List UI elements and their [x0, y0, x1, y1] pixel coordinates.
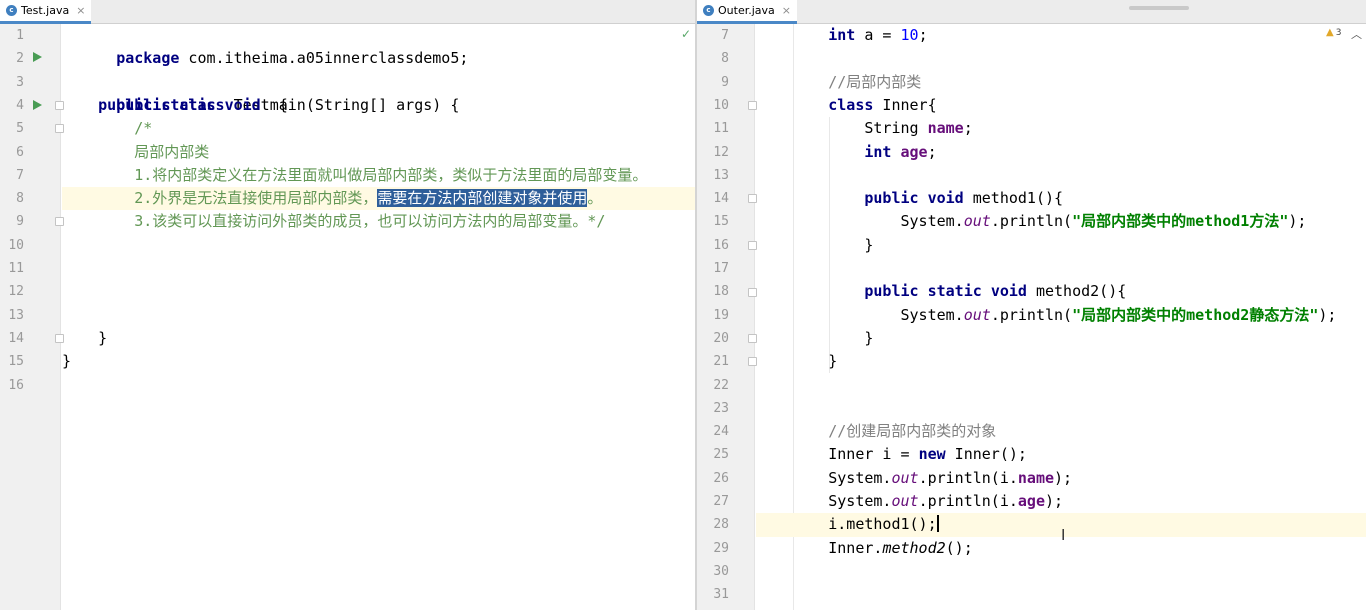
code-line-27: System.out.println(i.age);: [828, 492, 1064, 510]
line-number: 15: [713, 214, 729, 230]
line-number: 8: [16, 191, 24, 207]
code-line-8: 2.外界是无法直接使用局部内部类，需要在方法内部创建对象并使用。: [62, 187, 695, 211]
line-number: 7: [721, 28, 729, 43]
code-line-1: package com.itheima.a05innerclassdemo5;: [116, 49, 469, 68]
line-number-gutter[interactable]: 1 2 3 4 5 6 7 8 9 10 11 12 13 14 15 16: [0, 24, 64, 610]
warning-icon: ▲: [1326, 27, 1334, 38]
line-number: 3: [16, 74, 24, 90]
check-icon[interactable]: ✓: [681, 27, 691, 41]
code-line-26: System.out.println(i.name);: [828, 468, 1073, 487]
line-number: 17: [713, 261, 729, 276]
tab-scroll-strip: [1129, 6, 1189, 10]
line-number: 7: [16, 167, 24, 183]
code-line-14: }: [98, 328, 108, 347]
line-number: 21: [713, 354, 729, 370]
line-number: 9: [721, 74, 729, 90]
line-number: 29: [713, 540, 729, 556]
code-line-24: //创建局部内部类的对象: [828, 422, 997, 441]
code-area[interactable]: int a = 10; //局部内部类 class Inner{ String …: [756, 24, 1366, 610]
line-number: 5: [16, 121, 24, 137]
code-line-3: public class Test {: [116, 95, 288, 114]
line-number: 31: [713, 587, 729, 603]
text-selection: 需要在方法内部创建对象并使用: [377, 189, 588, 208]
close-tab-icon[interactable]: ×: [782, 4, 791, 17]
code-line-20: }: [864, 328, 874, 347]
code-line-21: }: [828, 352, 838, 371]
code-line-9: //局部内部类: [828, 72, 922, 91]
line-number: 20: [713, 330, 729, 346]
run-class-icon[interactable]: [33, 52, 42, 62]
line-number: 15: [8, 354, 24, 370]
line-number: 16: [713, 237, 729, 253]
line-number: 1: [16, 28, 24, 43]
code-line-7: int a = 10;: [828, 26, 928, 44]
inspection-warning-badge[interactable]: ▲ 3: [1326, 27, 1341, 38]
editor-pane-outer-java[interactable]: c Outer.java × 7 8 9 10 11 12 13 14 15 16 17 18 19 20…: [697, 0, 1366, 610]
code-line-19: System.out.println("局部内部类中的method2静态方法")…: [900, 305, 1337, 324]
line-number: 14: [713, 191, 729, 207]
editor-pane-test-java[interactable]: c Test.java × 1 2 3 4 5 6 7 8 9 10 11 12 13 14 15 16 pa…: [0, 0, 695, 610]
code-line-6: 局部内部类: [134, 142, 210, 161]
line-number: 2: [16, 51, 24, 67]
left-tab-bar: c Test.java ×: [0, 0, 695, 24]
line-number: 11: [713, 121, 729, 137]
line-number: 24: [713, 424, 729, 440]
code-line-9: 3.该类可以直接访问外部类的成员，也可以访问方法内的局部变量。*/: [134, 212, 606, 231]
tab-label: Test.java: [21, 4, 70, 17]
text-cursor-icon: Ⅰ: [1061, 526, 1066, 544]
tab-test-java[interactable]: c Test.java ×: [0, 0, 92, 24]
code-line-14: public void method1(){: [864, 189, 1064, 208]
chevron-up-icon[interactable]: ︿: [1351, 26, 1362, 42]
tab-label: Outer.java: [718, 4, 775, 17]
code-line-25: Inner i = new Inner();: [828, 445, 1027, 464]
line-number: 14: [8, 330, 24, 346]
code-line-5: /*: [134, 119, 153, 138]
close-tab-icon[interactable]: ×: [76, 4, 85, 17]
java-class-icon: c: [6, 5, 17, 16]
code-line-10: class Inner{: [828, 95, 937, 114]
line-number: 18: [713, 284, 729, 300]
code-line-4: public static void main(String[] args) {: [98, 95, 460, 114]
code-line-16: }: [864, 235, 874, 254]
line-number: 19: [713, 307, 729, 323]
code-line-11: String name;: [864, 119, 973, 138]
line-number: 8: [721, 51, 729, 67]
line-number: 28: [713, 517, 729, 533]
code-line-7: 1.将内部类定义在方法里面就叫做局部内部类，类似于方法里面的局部变量。: [134, 165, 648, 184]
line-number: 16: [8, 377, 24, 393]
run-main-icon[interactable]: [33, 100, 42, 110]
line-number: 9: [16, 214, 24, 230]
code-area[interactable]: package com.itheima.a05innerclassdemo5; …: [62, 24, 695, 610]
line-number: 23: [713, 400, 729, 416]
tab-outer-java[interactable]: c Outer.java ×: [697, 0, 797, 24]
warning-count: 3: [1335, 27, 1342, 38]
line-number: 13: [8, 307, 24, 323]
line-number: 12: [8, 284, 24, 300]
line-number: 13: [713, 167, 729, 183]
code-line-12: int age;: [864, 142, 937, 161]
line-number: 4: [16, 97, 24, 113]
java-class-icon: c: [703, 5, 714, 16]
line-number: 11: [8, 261, 24, 276]
text-caret: [936, 515, 939, 533]
line-number: 26: [713, 470, 729, 486]
line-number: 30: [713, 563, 729, 579]
line-number: 10: [713, 97, 729, 113]
line-number: 25: [713, 447, 729, 463]
code-line-15: }: [62, 352, 72, 371]
line-number: 12: [713, 144, 729, 160]
code-line-18: public static void method2(){: [864, 282, 1127, 301]
line-number: 27: [713, 494, 729, 509]
line-number-gutter[interactable]: 7 8 9 10 11 12 13 14 15 16 17 18 19 20 21 22 23 24 25 26 27 2…: [697, 24, 757, 610]
code-line-15: System.out.println("局部内部类中的method1方法");: [900, 212, 1307, 231]
line-number: 22: [713, 377, 729, 393]
line-number: 6: [16, 144, 24, 160]
line-number: 10: [8, 237, 24, 253]
right-tab-bar: c Outer.java ×: [697, 0, 1366, 24]
